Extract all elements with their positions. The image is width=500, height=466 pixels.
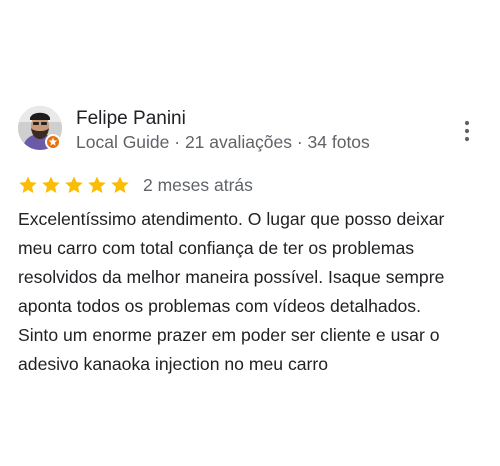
review-text-line: adesivo kanaoka injection no meu carro [18, 354, 329, 374]
review-text: Excelentíssimo atendimento. O lugar que … [18, 205, 488, 379]
star-icon [65, 176, 83, 193]
reviewer-meta: Local Guide · 21 avaliações · 34 fotos [76, 132, 370, 152]
local-guide-badge-icon [45, 134, 61, 150]
star-icon [88, 176, 106, 193]
reviewer-name[interactable]: Felipe Panini [76, 108, 186, 130]
star-icon [19, 176, 37, 193]
star-icon [111, 176, 129, 193]
star-icon [42, 176, 60, 193]
star-rating [18, 175, 130, 195]
review-date: 2 meses atrás [143, 174, 253, 195]
review-text-line: resolvidos da melhor maneira possível. I… [18, 267, 445, 287]
review-text-line: Excelentíssimo atendimento. O lugar que … [18, 209, 445, 229]
more-options-button[interactable] [456, 118, 478, 144]
review-text-line: Sinto um enorme prazer em poder ser clie… [18, 325, 440, 345]
rating-row: 2 meses atrás [18, 173, 253, 197]
more-vert-icon [464, 120, 470, 142]
reviewer-avatar[interactable] [18, 106, 62, 152]
review-card: Felipe Panini Local Guide · 21 avaliaçõe… [0, 0, 500, 466]
review-text-line: aponta todos os problemas com vídeos det… [18, 296, 421, 316]
review-text-line: meu carro com total confiança de ter os … [18, 238, 415, 258]
